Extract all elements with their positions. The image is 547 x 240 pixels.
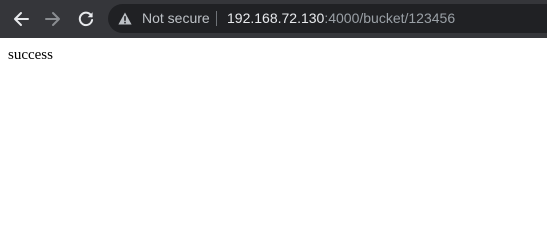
address-bar[interactable]: Not secure 192.168.72.130:4000/bucket/12… <box>108 4 547 33</box>
back-button[interactable] <box>9 7 33 31</box>
warning-triangle-icon[interactable] <box>118 12 132 25</box>
arrow-right-icon <box>45 12 60 26</box>
reload-icon <box>78 11 94 27</box>
forward-button[interactable] <box>41 7 65 31</box>
url-host: 192.168.72.130 <box>227 10 325 26</box>
security-status-label[interactable]: Not secure <box>142 10 210 27</box>
arrow-left-icon <box>14 12 29 26</box>
url-text[interactable]: 192.168.72.130:4000/bucket/123456 <box>227 10 455 27</box>
address-divider <box>216 11 217 26</box>
page-body-text: success <box>8 47 53 63</box>
url-path: :4000/bucket/123456 <box>324 10 456 26</box>
reload-button[interactable] <box>74 7 98 31</box>
browser-toolbar: Not secure 192.168.72.130:4000/bucket/12… <box>0 0 547 38</box>
